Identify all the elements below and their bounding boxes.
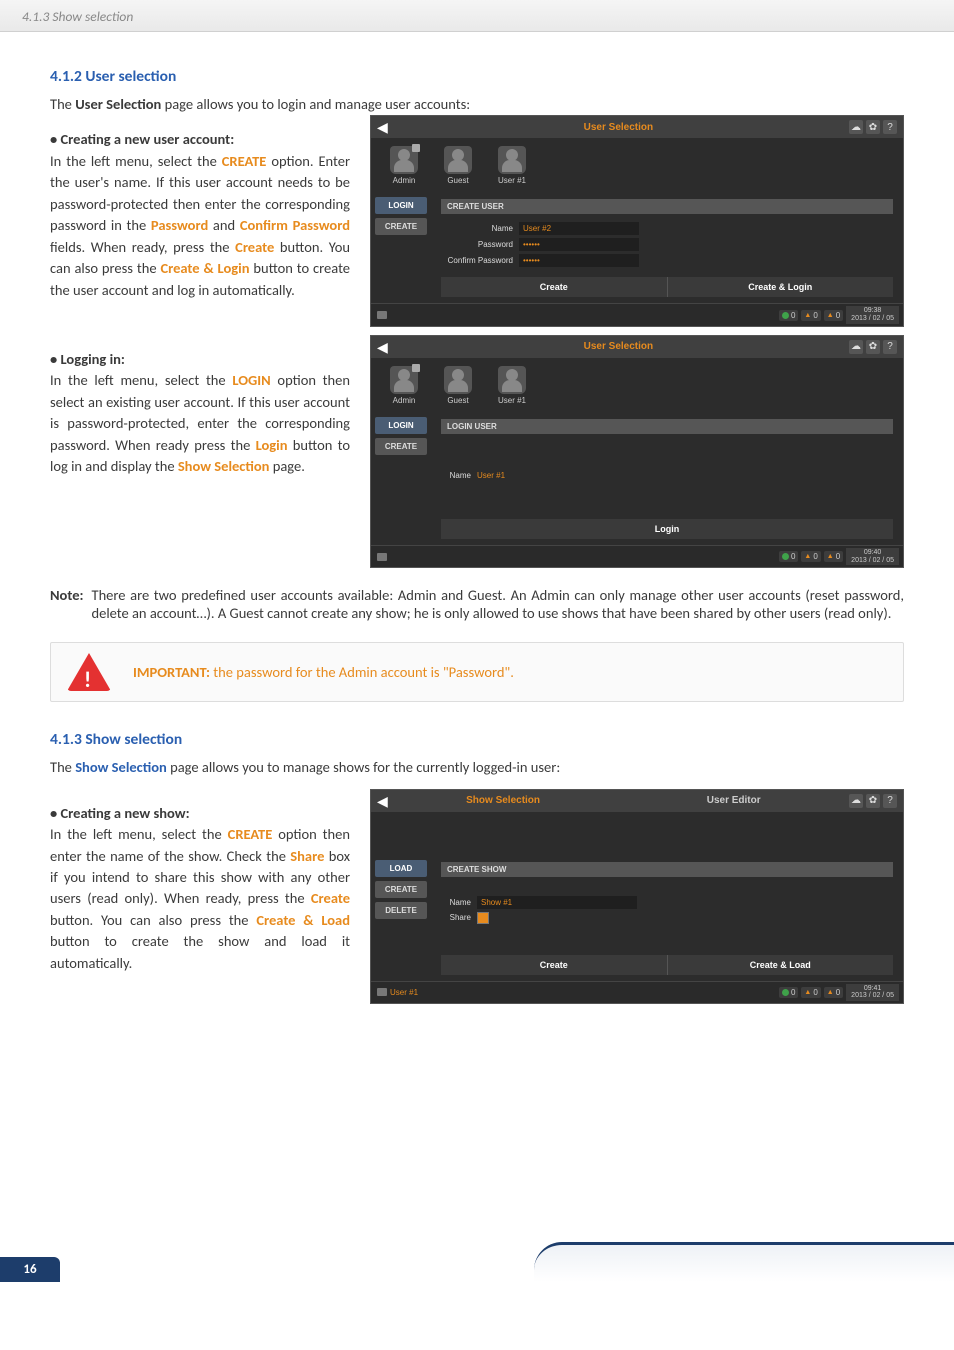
menu-create[interactable]: CREATE — [375, 881, 427, 898]
menu-login[interactable]: LOGIN — [375, 417, 427, 434]
breadcrumb: 4.1.3 Show selection — [22, 8, 133, 25]
back-icon[interactable]: ◀ — [377, 794, 388, 808]
lock-icon — [412, 364, 420, 372]
important-box: IMPORTANT: the password for the Admin ac… — [50, 642, 904, 702]
status-warn-1[interactable]: 0 — [801, 551, 820, 562]
user-card-guest[interactable]: Guest — [435, 366, 481, 405]
screenshot-create-user: ◀ User Selection ☁ ✿ ? Admin Guest User … — [370, 115, 904, 326]
heading-412: 4.1.2 User selection — [50, 67, 904, 86]
folder-icon[interactable] — [377, 988, 387, 996]
label-share: Share — [441, 913, 471, 922]
bullet-create-show: • Creating a new show: — [50, 803, 350, 824]
note-label: Note: — [50, 586, 84, 622]
speech-icon[interactable]: ☁ — [849, 340, 863, 354]
create-button[interactable]: Create — [441, 955, 667, 975]
menu-login[interactable]: LOGIN — [375, 197, 427, 214]
para-create-show: In the left menu, select the CREATE opti… — [50, 824, 350, 974]
tab-show-selection[interactable]: Show Selection — [388, 795, 619, 806]
label-name: Name — [441, 898, 471, 907]
label-name: Name — [441, 224, 513, 233]
note-body: There are two predefined user accounts a… — [92, 586, 905, 622]
user-card-user1[interactable]: User #1 — [489, 146, 535, 185]
user-card-guest[interactable]: Guest — [435, 146, 481, 185]
checkbox-share[interactable] — [477, 912, 489, 924]
status-warn-2[interactable]: 0 — [824, 551, 843, 562]
back-icon[interactable]: ◀ — [377, 340, 388, 354]
input-password[interactable]: •••••• — [519, 238, 639, 251]
menu-create[interactable]: CREATE — [375, 218, 427, 235]
important-text: the password for the Admin account is "P… — [210, 663, 514, 681]
input-name[interactable]: User #2 — [519, 222, 639, 235]
folder-icon[interactable] — [377, 553, 387, 561]
gear-icon[interactable]: ✿ — [866, 340, 880, 354]
status-time: 09:382013 / 02 / 05 — [846, 306, 899, 323]
help-icon[interactable]: ? — [883, 340, 897, 354]
create-load-button[interactable]: Create & Load — [667, 955, 894, 975]
page-number: 16 — [0, 1257, 60, 1282]
page-header: 4.1.3 Show selection — [0, 0, 954, 32]
menu-create[interactable]: CREATE — [375, 438, 427, 455]
user-card-user1[interactable]: User #1 — [489, 366, 535, 405]
status-warn-2[interactable]: 0 — [824, 310, 843, 321]
input-show-name[interactable]: Show #1 — [477, 896, 637, 909]
user-card-admin[interactable]: Admin — [381, 366, 427, 405]
gear-icon[interactable]: ✿ — [866, 794, 880, 808]
status-user: User #1 — [390, 988, 418, 997]
status-info[interactable]: 0 — [779, 987, 798, 998]
para-create-user: In the left menu, select the CREATE opti… — [50, 151, 350, 301]
para-login: In the left menu, select the LOGIN optio… — [50, 370, 350, 477]
help-icon[interactable]: ? — [883, 120, 897, 134]
help-icon[interactable]: ? — [883, 794, 897, 808]
screenshot-create-show: ◀ Show Selection User Editor ☁ ✿ ? LOAD … — [370, 789, 904, 1004]
panel-heading: LOGIN USER — [441, 419, 893, 434]
screenshot-login-user: ◀ User Selection ☁ ✿ ? Admin Guest User … — [370, 335, 904, 568]
speech-icon[interactable]: ☁ — [849, 120, 863, 134]
label-name: Name — [441, 471, 471, 480]
warning-icon — [67, 653, 111, 691]
status-warn-2[interactable]: 0 — [824, 987, 843, 998]
user-card-admin[interactable]: Admin — [381, 146, 427, 185]
create-button[interactable]: Create — [441, 277, 667, 297]
create-login-button[interactable]: Create & Login — [667, 277, 894, 297]
status-info[interactable]: 0 — [779, 551, 798, 562]
login-selected-user: User #1 — [477, 471, 505, 480]
window-title: User Selection — [388, 122, 849, 133]
status-warn-1[interactable]: 0 — [801, 310, 820, 321]
panel-heading: CREATE SHOW — [441, 862, 893, 877]
important-label: IMPORTANT: — [133, 663, 210, 681]
status-warn-1[interactable]: 0 — [801, 987, 820, 998]
label-password: Password — [441, 240, 513, 249]
intro-412: The User Selection page allows you to lo… — [50, 94, 904, 115]
window-title: User Selection — [388, 341, 849, 352]
bullet-login: • Logging in: — [50, 349, 350, 370]
input-confirm-password[interactable]: •••••• — [519, 254, 639, 267]
gear-icon[interactable]: ✿ — [866, 120, 880, 134]
lock-icon — [412, 144, 420, 152]
status-time: 09:402013 / 02 / 05 — [846, 548, 899, 565]
login-button[interactable]: Login — [441, 519, 893, 539]
page-footer: 16 — [0, 1257, 954, 1282]
tab-user-editor[interactable]: User Editor — [618, 795, 849, 806]
panel-heading: CREATE USER — [441, 199, 893, 214]
label-confirm-password: Confirm Password — [441, 256, 513, 265]
folder-icon[interactable] — [377, 311, 387, 319]
intro-413: The Show Selection page allows you to ma… — [50, 757, 904, 778]
heading-413: 4.1.3 Show selection — [50, 730, 904, 749]
back-icon[interactable]: ◀ — [377, 120, 388, 134]
speech-icon[interactable]: ☁ — [849, 794, 863, 808]
status-info[interactable]: 0 — [779, 310, 798, 321]
menu-delete[interactable]: DELETE — [375, 902, 427, 919]
menu-load[interactable]: LOAD — [375, 860, 427, 877]
bullet-create-user: • Creating a new user account: — [50, 129, 350, 150]
status-time: 09:412013 / 02 / 05 — [846, 984, 899, 1001]
